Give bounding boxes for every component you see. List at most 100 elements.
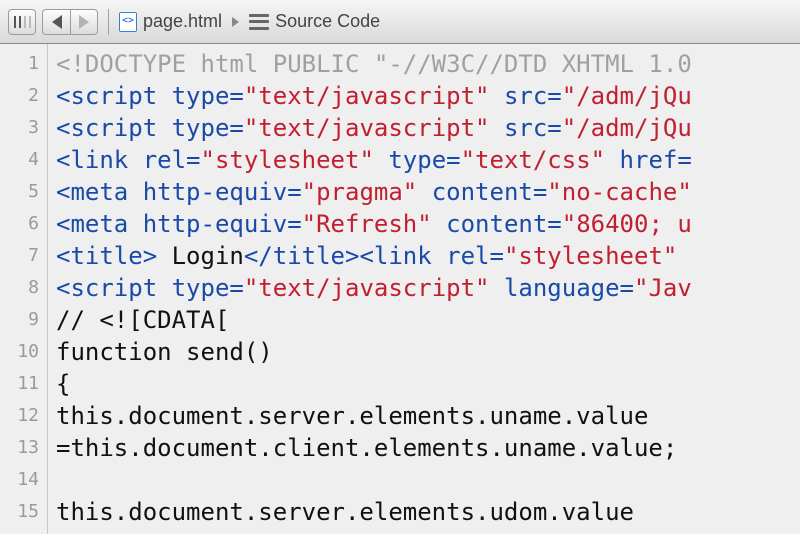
toggle-panel-button[interactable] bbox=[8, 9, 36, 35]
breadcrumb-section-label: Source Code bbox=[275, 11, 380, 32]
code-token: "pragma" bbox=[302, 178, 418, 206]
code-line[interactable]: <meta http-equiv="Refresh" content="8640… bbox=[56, 208, 800, 240]
code-line[interactable]: <!DOCTYPE html PUBLIC "-//W3C//DTD XHTML… bbox=[56, 48, 800, 80]
code-token: { bbox=[56, 370, 70, 398]
code-token: "text/javascript" bbox=[244, 274, 490, 302]
code-token: "/adm/jQu bbox=[562, 114, 692, 142]
code-token: function send() bbox=[56, 338, 273, 366]
code-token: "/adm/jQu bbox=[562, 82, 692, 110]
code-token bbox=[490, 274, 504, 302]
code-token: type= bbox=[388, 146, 460, 174]
code-line[interactable]: // <![CDATA[ bbox=[56, 304, 800, 336]
code-token bbox=[432, 210, 446, 238]
code-token: =this.document.client.elements.uname.val… bbox=[56, 434, 677, 462]
code-token bbox=[374, 146, 388, 174]
file-html-icon bbox=[119, 12, 137, 32]
code-line[interactable]: =this.document.client.elements.uname.val… bbox=[56, 432, 800, 464]
line-number: 10 bbox=[0, 336, 39, 368]
line-number: 1 bbox=[0, 48, 39, 80]
code-token: "86400; u bbox=[562, 210, 692, 238]
code-token bbox=[157, 82, 171, 110]
code-area[interactable]: <!DOCTYPE html PUBLIC "-//W3C//DTD XHTML… bbox=[48, 44, 800, 534]
code-token: <link bbox=[359, 242, 431, 270]
code-line[interactable]: <script type="text/javascript" src="/adm… bbox=[56, 112, 800, 144]
code-token: "text/javascript" bbox=[244, 82, 490, 110]
code-token bbox=[128, 178, 142, 206]
breadcrumb: page.html Source Code bbox=[119, 11, 380, 32]
code-line[interactable]: <title> Login</title><link rel="styleshe… bbox=[56, 240, 800, 272]
code-line[interactable]: <script type="text/javascript" language=… bbox=[56, 272, 800, 304]
line-number: 2 bbox=[0, 80, 39, 112]
code-token: Login bbox=[157, 242, 244, 270]
code-token: "text/css" bbox=[461, 146, 606, 174]
code-token: http-equiv= bbox=[143, 178, 302, 206]
chevron-right-icon bbox=[79, 15, 89, 29]
code-token: content= bbox=[432, 178, 548, 206]
line-number: 9 bbox=[0, 304, 39, 336]
code-token bbox=[157, 274, 171, 302]
code-token bbox=[490, 82, 504, 110]
code-line[interactable]: <link rel="stylesheet" type="text/css" h… bbox=[56, 144, 800, 176]
code-token: "stylesheet" bbox=[504, 242, 677, 270]
code-token: <script bbox=[56, 82, 157, 110]
code-token: "no-cache" bbox=[547, 178, 692, 206]
code-token: "Jav bbox=[634, 274, 692, 302]
code-token: type= bbox=[172, 114, 244, 142]
code-token: // <![CDATA[ bbox=[56, 306, 229, 334]
code-token: src= bbox=[504, 114, 562, 142]
code-token: this.document.server.elements.uname.valu… bbox=[56, 402, 648, 430]
code-token bbox=[417, 178, 431, 206]
code-token: src= bbox=[504, 82, 562, 110]
code-token: <meta bbox=[56, 210, 128, 238]
line-number: 13 bbox=[0, 432, 39, 464]
code-token bbox=[128, 210, 142, 238]
code-token bbox=[432, 242, 446, 270]
toolbar-separator bbox=[108, 9, 109, 35]
line-number: 11 bbox=[0, 368, 39, 400]
code-token: language= bbox=[504, 274, 634, 302]
code-line[interactable] bbox=[56, 464, 800, 496]
panel-toggle-icon bbox=[14, 16, 31, 28]
toolbar: page.html Source Code bbox=[0, 0, 800, 44]
code-line[interactable]: this.document.server.elements.uname.valu… bbox=[56, 400, 800, 432]
breadcrumb-item-file[interactable]: page.html bbox=[119, 11, 222, 32]
code-token: <link bbox=[56, 146, 128, 174]
code-token: href= bbox=[620, 146, 692, 174]
code-line[interactable]: <meta http-equiv="pragma" content="no-ca… bbox=[56, 176, 800, 208]
code-token: <title> bbox=[56, 242, 157, 270]
line-gutter: 123456789101112131415 bbox=[0, 44, 48, 534]
chevron-right-icon bbox=[232, 17, 239, 27]
code-editor[interactable]: 123456789101112131415 <!DOCTYPE html PUB… bbox=[0, 44, 800, 534]
code-token: rel= bbox=[143, 146, 201, 174]
line-number: 6 bbox=[0, 208, 39, 240]
history-back-button[interactable] bbox=[42, 9, 70, 35]
code-line[interactable]: function send() bbox=[56, 336, 800, 368]
chevron-left-icon bbox=[52, 15, 62, 29]
line-number: 5 bbox=[0, 176, 39, 208]
line-number: 15 bbox=[0, 496, 39, 528]
line-number: 14 bbox=[0, 464, 39, 496]
breadcrumb-file-label: page.html bbox=[143, 11, 222, 32]
code-token bbox=[490, 114, 504, 142]
code-token: "stylesheet" bbox=[201, 146, 374, 174]
code-token: "text/javascript" bbox=[244, 114, 490, 142]
line-number: 12 bbox=[0, 400, 39, 432]
code-line[interactable]: <script type="text/javascript" src="/adm… bbox=[56, 80, 800, 112]
code-token bbox=[677, 242, 691, 270]
history-nav bbox=[42, 9, 98, 35]
code-token: <meta bbox=[56, 178, 128, 206]
line-number: 4 bbox=[0, 144, 39, 176]
line-number: 3 bbox=[0, 112, 39, 144]
history-forward-button[interactable] bbox=[70, 9, 98, 35]
code-token bbox=[128, 146, 142, 174]
code-token: <script bbox=[56, 274, 157, 302]
code-token: content= bbox=[446, 210, 562, 238]
breadcrumb-item-section[interactable]: Source Code bbox=[249, 11, 380, 32]
code-token bbox=[157, 114, 171, 142]
code-line[interactable]: { bbox=[56, 368, 800, 400]
code-token: type= bbox=[172, 274, 244, 302]
list-icon bbox=[249, 14, 269, 30]
code-line[interactable]: this.document.server.elements.udom.value bbox=[56, 496, 800, 528]
line-number: 8 bbox=[0, 272, 39, 304]
code-token: this.document.server.elements.udom.value bbox=[56, 498, 634, 526]
